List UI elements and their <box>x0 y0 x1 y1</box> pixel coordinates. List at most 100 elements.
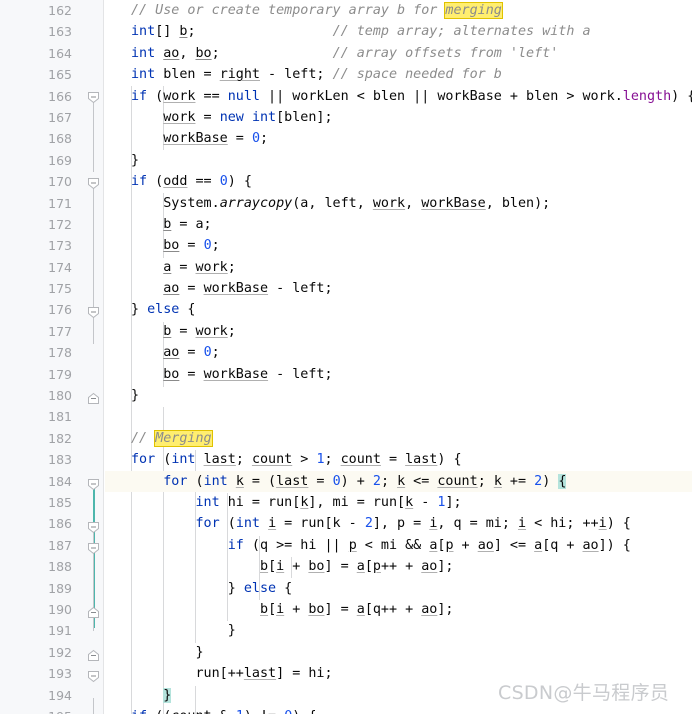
code-line[interactable]: b[i + bo] = a[p++ + ao]; <box>105 556 692 577</box>
number-token: 2 <box>364 516 373 532</box>
code-line[interactable]: bo = workBase - left; <box>105 364 692 385</box>
number-token: 1 <box>236 709 244 714</box>
code-line[interactable]: for (int i = run[k - 2], p = i, q = mi; … <box>105 513 692 534</box>
code-line[interactable]: if ((count & 1) != 0) { <box>105 706 692 714</box>
field-token: b <box>163 216 172 232</box>
parameter-token: i <box>268 516 277 532</box>
keyword-token: null <box>227 88 260 104</box>
parameter-token: ao <box>477 537 494 553</box>
number-token: 0 <box>203 238 212 254</box>
parameter-token: a <box>356 601 365 617</box>
code-line[interactable]: } <box>105 385 692 406</box>
parameter-token: i <box>518 516 527 532</box>
editor-gutter[interactable]: 162 163 164 165 166 167 168 169 170 171 … <box>0 0 104 714</box>
line-number: 181 <box>48 409 72 425</box>
parameter-token: k <box>493 473 502 489</box>
line-number: 172 <box>48 216 72 232</box>
keyword-token: new <box>219 109 244 125</box>
line-number: 189 <box>48 580 72 596</box>
fold-collapse-icon[interactable] <box>87 521 100 534</box>
code-line[interactable]: int ao, bo; // array offsets from 'left' <box>105 43 692 64</box>
code-line[interactable]: for (int last; count > 1; count = last) … <box>105 449 692 470</box>
line-number: 183 <box>48 452 72 468</box>
fold-collapse-icon[interactable] <box>87 306 100 319</box>
fold-region-line <box>93 184 94 344</box>
code-line[interactable]: } else { <box>105 299 692 320</box>
line-number: 178 <box>48 345 72 361</box>
line-number: 191 <box>48 623 72 639</box>
code-line[interactable]: } else { <box>105 578 692 599</box>
code-line[interactable]: } <box>105 685 692 706</box>
fold-collapse-icon[interactable] <box>87 606 100 619</box>
code-line[interactable]: ao = 0; <box>105 342 692 363</box>
keyword-token: if <box>227 537 244 553</box>
code-content[interactable]: // Use or create temporary array b for m… <box>105 0 692 714</box>
code-line[interactable]: int blen = right - left; // space needed… <box>105 64 692 85</box>
number-token: 0 <box>251 131 260 147</box>
parameter-token: work <box>163 88 196 104</box>
code-line[interactable]: int[] b; // temp array; alternates with … <box>105 21 692 42</box>
field-token: bo <box>163 366 180 382</box>
field-token: b <box>163 323 172 339</box>
parameter-token: k <box>397 473 406 489</box>
code-line[interactable]: b = a; <box>105 214 692 235</box>
line-number: 182 <box>48 430 72 446</box>
keyword-token: int <box>235 516 260 532</box>
parameter-token: i <box>276 559 285 575</box>
code-line[interactable]: run[++last] = hi; <box>105 663 692 684</box>
parameter-token: work <box>163 109 196 125</box>
keyword-token: int <box>251 109 277 125</box>
comment-token: // temp array; alternates with a <box>332 24 591 40</box>
number-token: 1 <box>316 452 325 468</box>
code-line[interactable]: } <box>105 620 692 641</box>
fold-region-line <box>93 698 94 714</box>
fold-collapse-icon[interactable] <box>87 177 100 190</box>
parameter-token: workBase <box>203 366 269 382</box>
parameter-token: k <box>235 473 244 489</box>
code-line[interactable]: b[i + bo] = a[q++ + ao]; <box>105 599 692 620</box>
keyword-token: int <box>131 67 156 83</box>
parameter-token: a <box>429 537 438 553</box>
keyword-token: int <box>131 45 156 61</box>
line-number: 179 <box>48 366 72 382</box>
code-line[interactable]: a = work; <box>105 257 692 278</box>
line-number: 187 <box>48 537 72 553</box>
code-line[interactable]: work = new int[blen]; <box>105 107 692 128</box>
code-folding-column[interactable] <box>84 0 104 714</box>
code-line[interactable]: int hi = run[k], mi = run[k - 1]; <box>105 492 692 513</box>
keyword-token: int <box>171 452 196 468</box>
code-line[interactable]: ao = workBase - left; <box>105 278 692 299</box>
code-line[interactable]: bo = 0; <box>105 235 692 256</box>
fold-collapse-icon[interactable] <box>87 649 100 662</box>
code-line[interactable]: // Use or create temporary array b for m… <box>105 0 692 21</box>
fold-collapse-icon[interactable] <box>87 91 100 104</box>
code-line[interactable]: workBase = 0; <box>105 128 692 149</box>
line-number: 168 <box>48 131 72 147</box>
line-number: 188 <box>48 559 72 575</box>
code-line[interactable]: if (odd == 0) { <box>105 171 692 192</box>
fold-collapse-icon[interactable] <box>87 542 100 555</box>
keyword-token: if <box>131 709 147 714</box>
code-line[interactable]: if (work == null || workLen < blen || wo… <box>105 86 692 107</box>
fold-collapse-icon[interactable] <box>87 670 100 683</box>
parameter-token: workBase <box>203 281 269 297</box>
keyword-token: int <box>195 494 220 510</box>
fold-collapse-icon[interactable] <box>87 478 100 491</box>
keyword-token: else <box>147 302 180 318</box>
parameter-token: count <box>437 473 478 489</box>
parameter-token: a <box>534 537 543 553</box>
code-line[interactable]: System.arraycopy(a, left, work, workBase… <box>105 193 692 214</box>
code-editor[interactable]: 162 163 164 165 166 167 168 169 170 171 … <box>0 0 692 714</box>
code-line[interactable]: if (q >= hi || p < mi && a[p + ao] <= a[… <box>105 535 692 556</box>
fold-collapse-icon[interactable] <box>87 392 100 405</box>
code-line[interactable]: // Merging <box>105 428 692 449</box>
parameter-token: workBase <box>163 131 228 147</box>
code-line[interactable] <box>105 406 692 427</box>
code-line[interactable]: b = work; <box>105 321 692 342</box>
line-number: 184 <box>48 473 72 489</box>
code-line[interactable]: } <box>105 642 692 663</box>
code-line-current[interactable]: for (int k = (last = 0) + 2; k <= count;… <box>105 470 692 493</box>
code-line[interactable]: } <box>105 150 692 171</box>
line-number: 190 <box>48 601 72 617</box>
line-number: 163 <box>48 24 72 40</box>
